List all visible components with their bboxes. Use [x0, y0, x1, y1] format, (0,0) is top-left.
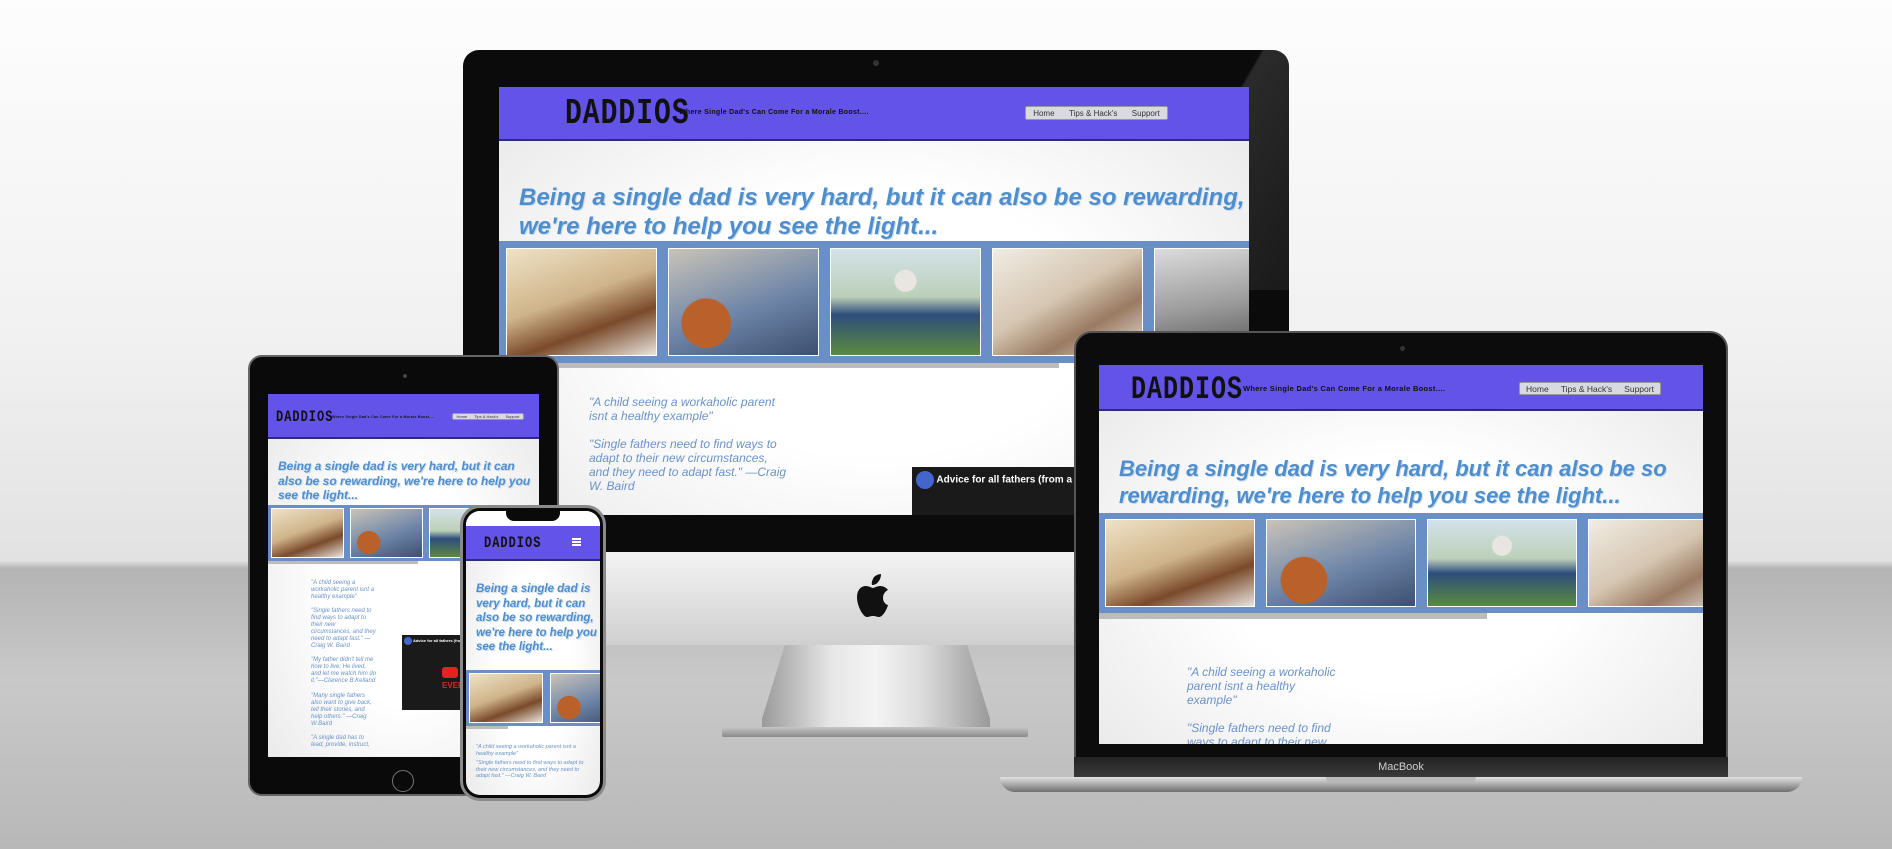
photo-strip [466, 670, 600, 726]
quotes-column: "A child seeing a workaholic parent isnt… [476, 744, 594, 786]
photo-dad-lifting-child [469, 673, 543, 723]
site-logo[interactable]: DADDIOS [484, 534, 541, 552]
quote: "Single fathers need to find ways to ada… [311, 608, 376, 650]
quote: "Single fathers need to find ways to ada… [1187, 721, 1331, 744]
quote: "My father didn't tell me how to live; H… [311, 657, 377, 685]
photo-strip-scrollbar[interactable] [268, 561, 418, 564]
hero-heading: Being a single dad is very hard, but it … [1119, 456, 1667, 508]
tablet-camera [403, 374, 407, 378]
video-embed[interactable]: Advice for all fathers (from a single da… [402, 635, 464, 710]
phone-screen: DADDIOS Being a single dad is very hard,… [466, 511, 600, 795]
laptop-label: MacBook [1378, 761, 1424, 773]
site-header: DADDIOS [466, 526, 600, 561]
desktop-camera [873, 60, 879, 66]
photo-dad-lifting-child [271, 508, 344, 558]
photo-dad-lifting-child [506, 248, 657, 356]
quote: "A child seeing a workaholic parent isnt… [476, 744, 576, 757]
quotes-column: "A child seeing a workaholic parent isnt… [1187, 665, 1347, 744]
tablet-home-button[interactable] [392, 770, 414, 792]
nav-tips[interactable]: Tips & Hack's [474, 414, 498, 419]
quote: "A child seeing a workaholic parent isnt… [589, 395, 775, 423]
channel-avatar [916, 471, 934, 489]
site-nav-menu: Home Tips & Hack's Support [1025, 106, 1168, 120]
site-logo[interactable]: DADDIOS [565, 94, 690, 134]
site-header: DADDIOS Where Single Dad's Can Come For … [1099, 365, 1703, 411]
site-tagline: Where Single Dad's Can Come For a Morale… [332, 415, 435, 419]
hero-heading: Being a single dad is very hard, but it … [476, 583, 597, 653]
nav-tips[interactable]: Tips & Hack's [1069, 109, 1117, 118]
site-nav-menu: Home Tips & Hack's Support [452, 413, 524, 420]
photo-boy-with-basketball [668, 248, 819, 356]
nav-support[interactable]: Support [1132, 109, 1160, 118]
laptop-camera [1400, 346, 1405, 351]
photo-boy-with-basketball [350, 508, 423, 558]
desktop-stand [762, 645, 990, 727]
quote: "A child seeing a workaholic parent isnt… [1187, 665, 1336, 707]
nav-home[interactable]: Home [457, 414, 468, 419]
nav-tips[interactable]: Tips & Hack's [1561, 384, 1612, 394]
channel-avatar [404, 637, 412, 645]
site-laptop: DADDIOS Where Single Dad's Can Come For … [1099, 365, 1703, 744]
photo-dad-and-child-playing [1588, 519, 1703, 607]
site-header: DADDIOS Where Single Dad's Can Come For … [499, 87, 1249, 141]
site-phone: DADDIOS Being a single dad is very hard,… [466, 511, 600, 795]
nav-home[interactable]: Home [1033, 109, 1054, 118]
video-play-icon[interactable] [442, 667, 458, 678]
photo-strip-scrollbar[interactable] [466, 726, 508, 729]
photo-boy-with-basketball [550, 673, 600, 723]
nav-support[interactable]: Support [505, 414, 519, 419]
hero-heading: Being a single dad is very hard, but it … [519, 184, 1245, 240]
photo-strip-scrollbar[interactable] [1099, 613, 1487, 619]
site-tagline: Where Single Dad's Can Come For a Morale… [1243, 384, 1446, 393]
phone-notch [506, 511, 560, 521]
quote: "Single fathers need to find ways to ada… [589, 437, 787, 494]
site-header: DADDIOS Where Single Dad's Can Come For … [268, 394, 539, 439]
site-nav-menu: Home Tips & Hack's Support [1519, 382, 1661, 395]
quotes-column: "A child seeing a workaholic parent isnt… [311, 580, 377, 756]
video-title: Advice for all fathers (from a single da… [412, 638, 464, 644]
laptop-screen: DADDIOS Where Single Dad's Can Come For … [1099, 365, 1703, 744]
photo-strip [1099, 513, 1703, 613]
nav-support[interactable]: Support [1624, 384, 1654, 394]
quote: "A child seeing a workaholic parent isnt… [311, 580, 375, 600]
quotes-column: "A child seeing a workaholic parent isnt… [589, 395, 789, 508]
hamburger-icon[interactable] [572, 538, 581, 546]
photo-child-on-shoulders [1427, 519, 1577, 607]
quote: "Single fathers need to find ways to ada… [476, 760, 584, 780]
photo-strip-scrollbar[interactable] [499, 363, 1059, 368]
photo-dad-lifting-child [1105, 519, 1255, 607]
site-logo[interactable]: DADDIOS [276, 408, 333, 426]
site-logo[interactable]: DADDIOS [1131, 371, 1243, 409]
hero-heading: Being a single dad is very hard, but it … [278, 459, 531, 502]
photo-child-on-shoulders [830, 248, 981, 356]
apple-icon [854, 573, 896, 621]
site-tagline: Where Single Dad's Can Come For a Morale… [679, 109, 869, 116]
quote: "Many single fathers also want to give b… [311, 692, 372, 727]
laptop-base [1000, 777, 1802, 792]
nav-home[interactable]: Home [1526, 384, 1549, 394]
quote: "A single dad has to lead, provide, inst… [311, 734, 370, 748]
photo-boy-with-basketball [1266, 519, 1416, 607]
